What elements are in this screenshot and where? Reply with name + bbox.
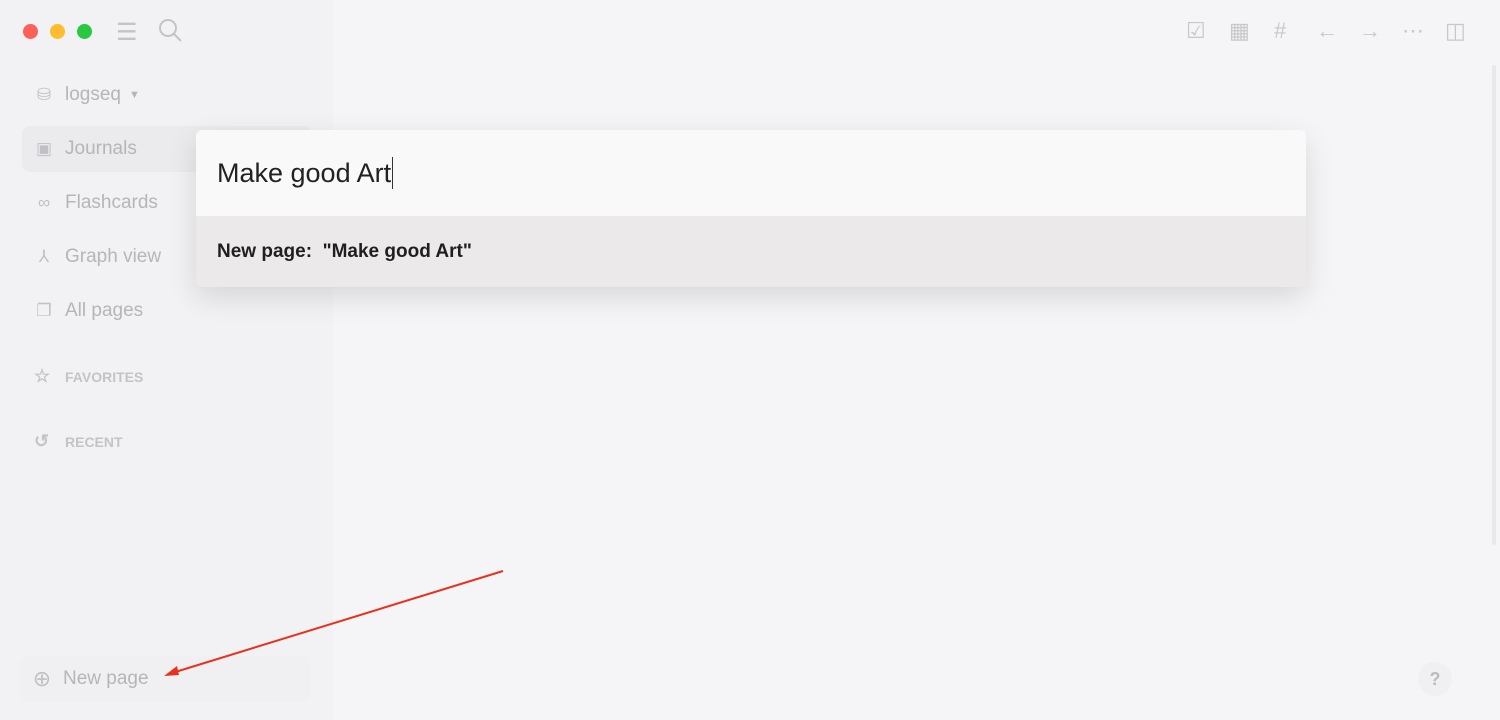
annotation-arrow xyxy=(164,570,504,676)
help-button[interactable]: ? xyxy=(1418,662,1452,696)
